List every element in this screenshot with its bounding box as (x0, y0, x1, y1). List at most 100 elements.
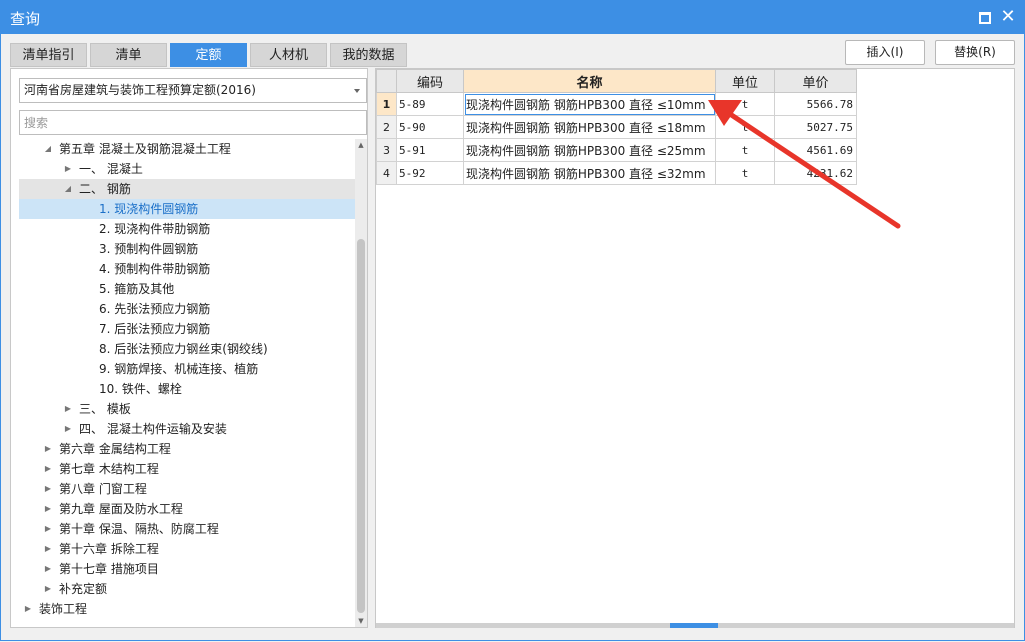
tree-item[interactable]: ▶ 第十七章 措施项目 (19, 559, 355, 579)
expand-right-icon[interactable]: ▶ (63, 419, 73, 439)
insert-button[interactable]: 插入(I) (845, 40, 925, 65)
tree-item-label: 第九章 屋面及防水工程 (59, 502, 183, 516)
tree-item-label: 4. 预制构件带肋钢筋 (99, 262, 211, 276)
tree-item[interactable]: ▶ 第七章 木结构工程 (19, 459, 355, 479)
quota-library-value: 河南省房屋建筑与装饰工程预算定额(2016) (24, 83, 256, 97)
tree-item-label: 第十六章 拆除工程 (59, 542, 159, 556)
tree-item[interactable]: ▶ 第十六章 拆除工程 (19, 539, 355, 559)
expand-right-icon[interactable]: ▶ (43, 519, 53, 539)
cell-code[interactable]: 5-92 (396, 161, 464, 185)
expand-right-icon[interactable]: ▶ (43, 479, 53, 499)
tab-quota[interactable]: 定额 (170, 43, 247, 67)
tree-item[interactable]: 8. 后张法预应力钢丝束(钢绞线) (19, 339, 355, 359)
expand-down-icon[interactable]: ◢ (63, 179, 73, 199)
window-title: 查询 (10, 10, 41, 28)
tree-item[interactable]: ▶ 一、 混凝土 (19, 159, 355, 179)
tab-bill-guide[interactable]: 清单指引 (10, 43, 87, 67)
tree-item[interactable]: 5. 箍筋及其他 (19, 279, 355, 299)
tree-item[interactable]: ▶ 三、 模板 (19, 399, 355, 419)
tab-my-data[interactable]: 我的数据 (330, 43, 407, 67)
tree-item[interactable]: ▶ 补充定额 (19, 579, 355, 599)
tree-item[interactable]: 9. 钢筋焊接、机械连接、植筋 (19, 359, 355, 379)
cell-name[interactable]: 现浇构件圆钢筋 钢筋HPB300 直径 ≤25mm (463, 138, 716, 162)
tree-item-label: 第十章 保温、隔热、防腐工程 (59, 522, 219, 536)
row-number-header (376, 69, 397, 93)
expand-right-icon[interactable]: ▶ (43, 459, 53, 479)
column-header-name[interactable]: 名称 (463, 69, 716, 93)
quota-tree-panel: 河南省房屋建筑与装饰工程预算定额(2016) ◢ 第五章 混凝土及钢筋混凝土工程 ▶… (10, 68, 368, 628)
scroll-thumb[interactable] (357, 239, 365, 613)
scroll-up-icon[interactable]: ▲ (355, 139, 367, 151)
tree-item[interactable]: 6. 先张法预应力钢筋 (19, 299, 355, 319)
tree-item[interactable]: ▶ 第六章 金属结构工程 (19, 439, 355, 459)
row-number[interactable]: 3 (376, 138, 397, 162)
tree-item[interactable]: ▶ 第十章 保温、隔热、防腐工程 (19, 519, 355, 539)
tree-item[interactable]: ▶ 装饰工程 (19, 599, 355, 619)
tree-item[interactable]: 2. 现浇构件带肋钢筋 (19, 219, 355, 239)
tree-item-label: 5. 箍筋及其他 (99, 282, 175, 296)
tree-item-label: 9. 钢筋焊接、机械连接、植筋 (99, 362, 259, 376)
tree-item-label: 6. 先张法预应力钢筋 (99, 302, 211, 316)
tree-item-label: 二、 钢筋 (79, 182, 131, 196)
search-input[interactable] (19, 110, 367, 135)
chevron-down-icon (354, 89, 360, 93)
tree-item-label: 第六章 金属结构工程 (59, 442, 171, 456)
tree-item[interactable]: ◢ 二、 钢筋 (19, 179, 355, 199)
tab-labor-material[interactable]: 人材机 (250, 43, 327, 67)
tree-item-label: 第五章 混凝土及钢筋混凝土工程 (59, 142, 231, 156)
cell-name[interactable]: 现浇构件圆钢筋 钢筋HPB300 直径 ≤32mm (463, 161, 716, 185)
tree-item[interactable]: 1. 现浇构件圆钢筋 (19, 199, 355, 219)
column-header-code[interactable]: 编码 (396, 69, 464, 93)
expand-down-icon[interactable]: ◢ (43, 139, 53, 159)
tree-item[interactable]: ▶ 第八章 门窗工程 (19, 479, 355, 499)
expand-right-icon[interactable]: ▶ (43, 439, 53, 459)
expand-right-icon[interactable]: ▶ (43, 579, 53, 599)
arrow-head (708, 100, 742, 126)
tree-item-label: 2. 现浇构件带肋钢筋 (99, 222, 211, 236)
row-number[interactable]: 4 (376, 161, 397, 185)
replace-button[interactable]: 替换(R) (935, 40, 1015, 65)
tree-item-label: 一、 混凝土 (79, 162, 143, 176)
cell-name[interactable]: 现浇构件圆钢筋 钢筋HPB300 直径 ≤18mm (463, 115, 716, 139)
expand-right-icon[interactable]: ▶ (23, 599, 33, 619)
tree-item-label: 三、 模板 (79, 402, 131, 416)
quota-library-select[interactable]: 河南省房屋建筑与装饰工程预算定额(2016) (19, 78, 367, 103)
tree-item-label: 第十七章 措施项目 (59, 562, 159, 576)
expand-right-icon[interactable]: ▶ (63, 159, 73, 179)
expand-right-icon[interactable]: ▶ (43, 559, 53, 579)
grid-splitter[interactable] (376, 623, 1014, 628)
close-icon[interactable]: ✕ (1000, 8, 1016, 26)
tree-item-label: 10. 铁件、螺栓 (99, 382, 182, 396)
tree-item-label: 第八章 门窗工程 (59, 482, 147, 496)
cell-code[interactable]: 5-90 (396, 115, 464, 139)
tree-scrollbar[interactable]: ▲ ▼ (355, 139, 367, 627)
tree-item-label: 3. 预制构件圆钢筋 (99, 242, 199, 256)
title-bar: 查询 ✕ (0, 0, 1025, 34)
tree-item-label: 8. 后张法预应力钢丝束(钢绞线) (99, 342, 268, 356)
tree-item[interactable]: 3. 预制构件圆钢筋 (19, 239, 355, 259)
row-number[interactable]: 2 (376, 115, 397, 139)
chapter-tree: ◢ 第五章 混凝土及钢筋混凝土工程 ▶ 一、 混凝土 ◢ 二、 钢筋 1. 现浇构件圆钢筋 2… (19, 139, 355, 627)
cell-code[interactable]: 5-89 (396, 92, 464, 116)
tree-item[interactable]: ◢ 第五章 混凝土及钢筋混凝土工程 (19, 139, 355, 159)
expand-right-icon[interactable]: ▶ (43, 499, 53, 519)
tab-bill[interactable]: 清单 (90, 43, 167, 67)
expand-right-icon[interactable]: ▶ (43, 539, 53, 559)
row-number[interactable]: 1 (376, 92, 397, 116)
scroll-down-icon[interactable]: ▼ (355, 615, 367, 627)
arrow-shaft (721, 107, 901, 229)
tree-item[interactable]: ▶ 四、 混凝土构件运输及安装 (19, 419, 355, 439)
tree-item-label: 第七章 木结构工程 (59, 462, 159, 476)
tree-item-label: 装饰工程 (39, 602, 88, 616)
splitter-grip[interactable] (670, 623, 718, 628)
tree-item[interactable]: 7. 后张法预应力钢筋 (19, 319, 355, 339)
maximize-icon[interactable] (976, 9, 992, 25)
cell-code[interactable]: 5-91 (396, 138, 464, 162)
tree-item[interactable]: 10. 铁件、螺栓 (19, 379, 355, 399)
tree-item[interactable]: ▶ 第九章 屋面及防水工程 (19, 499, 355, 519)
tree-item-label: 7. 后张法预应力钢筋 (99, 322, 211, 336)
expand-right-icon[interactable]: ▶ (63, 399, 73, 419)
tree-item[interactable]: 4. 预制构件带肋钢筋 (19, 259, 355, 279)
cell-name[interactable]: 现浇构件圆钢筋 钢筋HPB300 直径 ≤10mm (463, 92, 716, 116)
tree-item-label: 四、 混凝土构件运输及安装 (79, 422, 227, 436)
